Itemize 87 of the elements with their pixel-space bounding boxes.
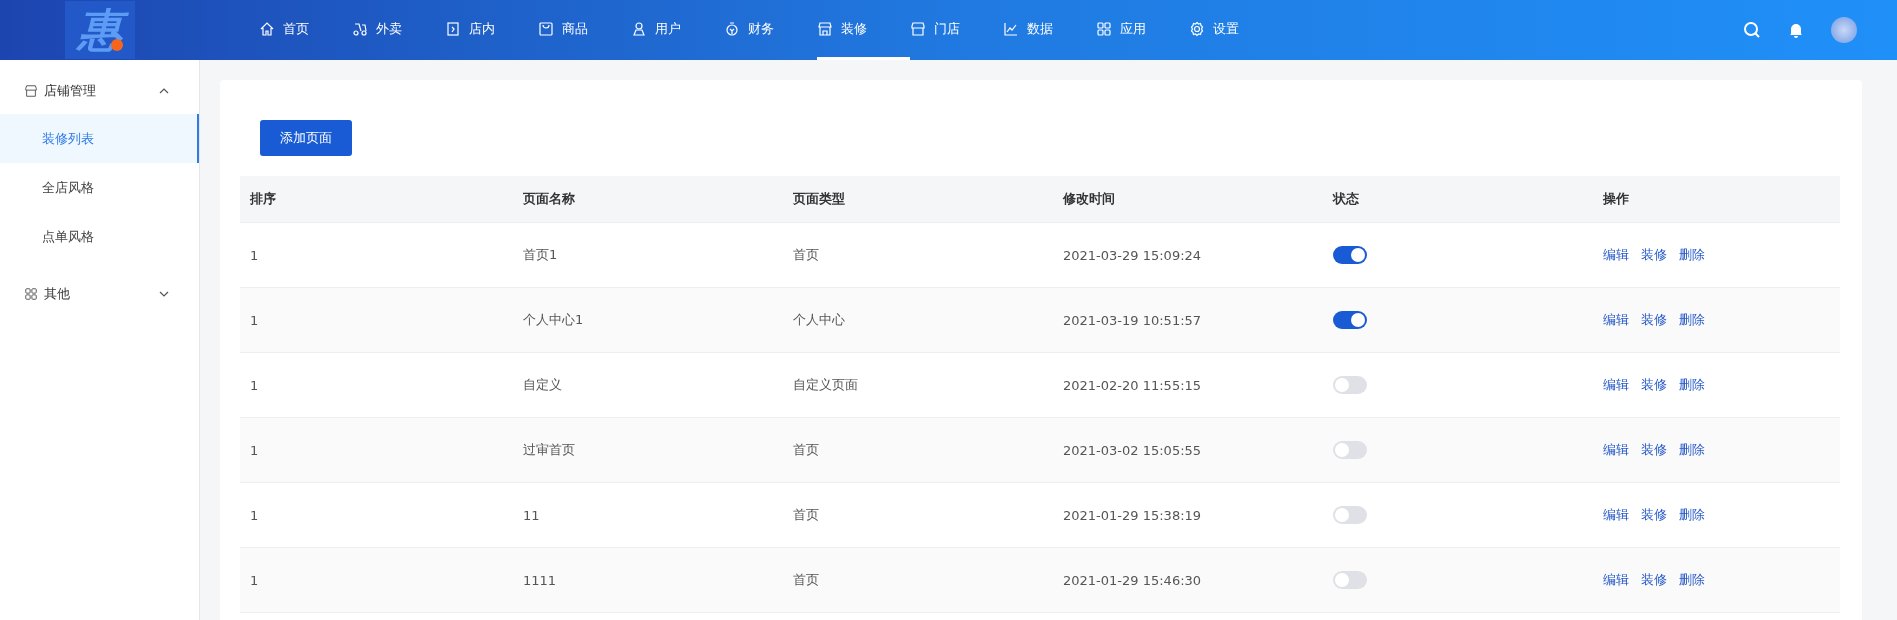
table-cell-text: 首页1: [522, 246, 559, 264]
nav-tab[interactable]: 商品: [538, 0, 631, 60]
line-chart-icon: [1003, 20, 1019, 37]
table-cell-text: 个人中心: [792, 311, 846, 329]
table-cell-text: 首页: [792, 246, 820, 264]
table-cell-text: 首页: [792, 571, 820, 589]
search-icon[interactable]: [1743, 21, 1761, 39]
chevron-up-icon: [159, 86, 169, 96]
column-header: 页面名称: [522, 190, 576, 208]
shop-icon: [817, 20, 833, 37]
toggle-switch[interactable]: [1333, 571, 1367, 589]
action-link[interactable]: 装修: [1641, 571, 1667, 589]
action-link[interactable]: 编辑: [1603, 376, 1629, 394]
table-cell-text: 2021-01-29 15:38:19: [1062, 507, 1203, 523]
avatar[interactable]: [1831, 17, 1857, 43]
action-link[interactable]: 删除: [1679, 571, 1705, 589]
action-link[interactable]: 装修: [1641, 311, 1667, 329]
door-icon: [445, 20, 461, 37]
action-link[interactable]: 装修: [1641, 246, 1667, 264]
column-header: 排序: [249, 190, 277, 208]
sidebar-item[interactable]: 点单风格: [0, 212, 199, 261]
table-cell-text: 2021-03-29 15:09:24: [1062, 247, 1203, 263]
nav-tab[interactable]: 店内: [445, 0, 538, 60]
toggle-switch[interactable]: [1333, 246, 1367, 264]
grid-icon: [24, 287, 38, 301]
table-cell-text: 自定义: [522, 376, 563, 394]
action-link[interactable]: 删除: [1679, 246, 1705, 264]
table-cell-text: 2021-01-29 15:46:30: [1062, 572, 1203, 588]
settings-icon: [1189, 20, 1205, 37]
toggle-switch[interactable]: [1333, 506, 1367, 524]
column-header: 状态: [1331, 190, 1360, 208]
action-link[interactable]: 编辑: [1603, 506, 1629, 524]
table-cell-text: 2021-03-19 10:51:57: [1062, 312, 1203, 328]
nav-tab[interactable]: 首页: [259, 0, 352, 60]
table-cell-text: 1: [249, 377, 260, 393]
table-cell-text: 1: [249, 507, 260, 523]
money-bag-icon: [724, 20, 740, 37]
action-link[interactable]: 删除: [1679, 506, 1705, 524]
action-link[interactable]: 装修: [1641, 506, 1667, 524]
nav-tab[interactable]: 财务: [724, 0, 817, 60]
column-header: 修改时间: [1061, 190, 1116, 208]
storefront-icon: [24, 84, 38, 98]
nav-tab[interactable]: 设置: [1189, 0, 1282, 60]
nav-tab[interactable]: 数据: [1003, 0, 1096, 60]
table-cell-text: 1: [249, 572, 260, 588]
action-link[interactable]: 编辑: [1603, 441, 1629, 459]
table-cell-text: 1: [249, 312, 260, 328]
table-cell-text: 自定义页面: [792, 376, 859, 394]
toggle-switch[interactable]: [1333, 441, 1367, 459]
table-cell-text: 个人中心1: [522, 311, 585, 329]
home-icon: [259, 20, 275, 37]
chevron-down-icon: [159, 289, 169, 299]
nav-tab[interactable]: 门店: [910, 0, 1003, 60]
nav-tab[interactable]: 应用: [1096, 0, 1189, 60]
table-cell-text: 1: [249, 442, 260, 458]
sidebar-group[interactable]: 店铺管理: [0, 68, 199, 114]
action-link[interactable]: 编辑: [1603, 246, 1629, 264]
table-cell-text: 1: [249, 247, 260, 263]
table-cell-text: 2021-03-02 15:05:55: [1062, 442, 1203, 458]
nav-tab[interactable]: 外卖: [352, 0, 445, 60]
sidebar-group[interactable]: 其他: [0, 271, 199, 317]
bag-icon: [538, 20, 554, 37]
user-icon: [631, 20, 647, 37]
action-link[interactable]: 编辑: [1603, 571, 1629, 589]
action-link[interactable]: 删除: [1679, 311, 1705, 329]
column-header: 操作: [1602, 190, 1630, 208]
table-cell-text: 1111: [522, 572, 558, 588]
action-link[interactable]: 编辑: [1603, 311, 1629, 329]
action-link[interactable]: 删除: [1679, 441, 1705, 459]
table-cell-text: 首页: [792, 441, 820, 459]
add-page-button[interactable]: 添加页面: [260, 120, 352, 156]
action-link[interactable]: 装修: [1641, 441, 1667, 459]
table-cell-text: 首页: [792, 506, 820, 524]
toggle-switch[interactable]: [1333, 376, 1367, 394]
toggle-switch[interactable]: [1333, 311, 1367, 329]
grid-icon: [1096, 20, 1112, 37]
scooter-icon: [352, 20, 368, 37]
sidebar-item[interactable]: 全店风格: [0, 163, 199, 212]
storefront-icon: [910, 20, 926, 37]
action-link[interactable]: 删除: [1679, 376, 1705, 394]
nav-tab[interactable]: 用户: [631, 0, 724, 60]
action-link[interactable]: 装修: [1641, 376, 1667, 394]
column-header: 页面类型: [792, 190, 846, 208]
table-cell-text: 过审首页: [522, 441, 576, 459]
sidebar-item[interactable]: 装修列表: [0, 114, 199, 163]
table-cell-text: 2021-02-20 11:55:15: [1062, 377, 1203, 393]
table-cell-text: 11: [522, 507, 541, 523]
